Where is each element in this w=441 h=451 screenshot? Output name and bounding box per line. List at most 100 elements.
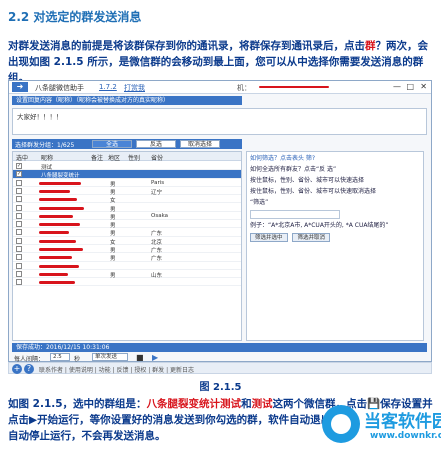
intro-text-1: 对群发送消息的前提是将该群保存到你的通讯录，将群保存到通讯录后，点击 xyxy=(8,40,365,52)
redacted-name-mark xyxy=(39,272,68,276)
contact-table: 选中 昵称 备注 地区 性别 省份 ✓ 测试 ✓ 八条腿裂变统计男 Paris 男辽宁女男… xyxy=(12,151,242,341)
row-checkbox[interactable] xyxy=(16,237,22,244)
hint-bar: 设置回复内容（昵称）（昵称会被替换成对方的真实昵称） xyxy=(12,96,242,105)
intro-highlight: 群 xyxy=(365,40,376,52)
table-row[interactable]: 男 xyxy=(13,204,241,213)
table-header: 选中 昵称 备注 地区 性别 省份 xyxy=(13,152,241,162)
interval-input[interactable]: 2.5 xyxy=(50,353,70,361)
redacted-name-mark xyxy=(39,214,73,218)
row-region: Osaka xyxy=(151,212,169,219)
save-status-bar: 保存成功：2016/12/15 10:31:06 xyxy=(12,343,427,352)
redacted-name-mark xyxy=(39,264,79,268)
clear-select-button[interactable]: 取消选择 xyxy=(180,140,220,148)
add-icon[interactable]: + xyxy=(12,364,22,374)
help-q2: 如何全选所有群友？点击“反 选” xyxy=(250,166,337,173)
help-q1: 如何筛选？点击表头 筛? xyxy=(250,155,316,162)
bottom-bar: + ? 联系作者 | 使用说明 | 功能 | 反馈 | 授权 | 群发 | 更新… xyxy=(8,362,432,374)
watermark-name: 当客软件园 xyxy=(364,412,441,432)
outro-text-4: 开始运行，等你设置好的消息发送到你勾选的群，软件自动退出并 xyxy=(37,414,342,426)
title-right: 机： xyxy=(237,84,251,92)
row-checkbox[interactable] xyxy=(16,279,22,286)
col-selected[interactable]: 选中 xyxy=(16,153,28,162)
message-input[interactable]: 大家好！！！！ xyxy=(12,108,427,135)
row-checkbox[interactable] xyxy=(16,212,22,219)
minimize-icon[interactable]: — xyxy=(393,82,401,91)
redacted-mark xyxy=(259,86,329,88)
maximize-icon[interactable]: □ xyxy=(406,82,414,91)
filter-select-button[interactable]: 筛选并选中 xyxy=(250,233,288,242)
help-hint: “筛选” xyxy=(250,199,269,206)
redacted-name-mark xyxy=(39,206,84,210)
table-row[interactable]: 女北京 xyxy=(13,237,241,246)
row-checkbox[interactable]: ✓ xyxy=(16,171,22,178)
row-checkbox[interactable] xyxy=(16,196,22,203)
redacted-name-mark xyxy=(39,231,69,235)
redacted-name-mark xyxy=(39,239,76,243)
redacted-name-mark xyxy=(39,281,75,285)
group-count-label: 选择群发分组：1/625 xyxy=(15,142,75,149)
app-title: 八条腿微信助手 xyxy=(35,84,84,92)
save-icon[interactable]: ■ xyxy=(136,353,144,362)
help-q4: 按住鼠标，性别、省份、城市可以快速取消选择 xyxy=(250,188,377,195)
table-row[interactable]: ✓ 测试 xyxy=(13,162,241,171)
row-checkbox[interactable] xyxy=(16,262,22,269)
row-checkbox[interactable] xyxy=(16,187,22,194)
table-row[interactable]: 男 Paris xyxy=(13,179,241,188)
table-row[interactable]: 男辽宁 xyxy=(13,187,241,196)
table-row[interactable] xyxy=(13,278,241,287)
outro-group-1: 八条腿裂变统计测试 xyxy=(146,398,242,410)
table-row[interactable]: 男广东 xyxy=(13,253,241,262)
row-region: Paris xyxy=(151,179,165,186)
donate-link[interactable]: 打赏我 xyxy=(124,83,145,93)
table-row[interactable]: 男 Osaka xyxy=(13,212,241,221)
app-window: ➜ 八条腿微信助手 1.7.2 打赏我 机： — □ ✕ 设置回复内容（昵称）（… xyxy=(8,80,432,363)
row-checkbox[interactable]: ✓ xyxy=(16,163,22,169)
filter-input[interactable] xyxy=(250,210,340,219)
watermark-logo-icon xyxy=(322,405,360,443)
redacted-name-mark xyxy=(39,181,81,185)
col-region[interactable]: 地区 xyxy=(108,153,120,162)
redacted-name-mark xyxy=(39,256,72,260)
redacted-name-mark xyxy=(39,223,80,227)
row-checkbox[interactable] xyxy=(16,254,22,261)
redacted-name-mark xyxy=(39,248,83,251)
col-province[interactable]: 省份 xyxy=(151,153,163,162)
bottom-links[interactable]: 联系作者 | 使用说明 | 功能 | 反馈 | 授权 | 群发 | 更新日志 xyxy=(39,365,194,374)
mode-select[interactable]: 单次发送 xyxy=(92,353,128,361)
table-row[interactable]: 女 xyxy=(13,195,241,204)
row-checkbox[interactable] xyxy=(16,229,22,236)
back-arrow-icon[interactable]: ➜ xyxy=(12,82,28,92)
table-row[interactable]: 男广东 xyxy=(13,245,241,254)
outro-text-5: 自动停止运行，不会再发送消息。 xyxy=(8,430,166,442)
col-gender[interactable]: 性别 xyxy=(128,153,140,162)
select-all-button[interactable]: 全选 xyxy=(92,140,132,148)
control-row: 每人间隔： 2.5 秒 单次发送 ■ ▶ xyxy=(12,353,427,363)
col-remark[interactable]: 备注 xyxy=(91,153,103,162)
play-icon[interactable]: ▶ xyxy=(152,353,158,362)
section-title: 2.2 对选定的群发送消息 xyxy=(8,10,142,24)
watermark: 当客软件园 www.downkr.com xyxy=(322,401,441,449)
table-row[interactable]: ✓ 八条腿裂变统计 xyxy=(13,170,241,179)
invert-select-button[interactable]: 反选 xyxy=(136,140,176,148)
outro-group-2: 测试 xyxy=(251,398,273,410)
table-row[interactable]: 男 xyxy=(13,220,241,229)
table-row[interactable]: 男广东 xyxy=(13,228,241,237)
help-example: 例子：“A*北京A市, A*CUA开头的, *A CUA结尾的” xyxy=(250,222,389,229)
outro-and: 和 xyxy=(241,398,252,410)
close-icon[interactable]: ✕ xyxy=(420,82,427,91)
row-checkbox[interactable] xyxy=(16,246,22,252)
table-row[interactable] xyxy=(13,262,241,270)
group-select-bar: 选择群发分组：1/625 全选 反选 取消选择 xyxy=(12,139,242,149)
title-bar: ➜ 八条腿微信助手 1.7.2 打赏我 机： — □ ✕ xyxy=(9,81,431,94)
row-checkbox[interactable] xyxy=(16,221,22,228)
row-checkbox[interactable] xyxy=(16,179,22,186)
filter-deselect-button[interactable]: 筛选并取消 xyxy=(292,233,330,242)
row-checkbox[interactable] xyxy=(16,270,22,277)
watermark-url: www.downkr.com xyxy=(370,431,441,441)
table-row[interactable]: 男山东 xyxy=(13,270,241,279)
figure-caption: 图 2.1.5 xyxy=(199,382,242,393)
version-link[interactable]: 1.7.2 xyxy=(99,83,117,91)
help-icon[interactable]: ? xyxy=(24,364,34,374)
row-checkbox[interactable] xyxy=(16,204,22,211)
col-nickname[interactable]: 昵称 xyxy=(41,153,53,162)
